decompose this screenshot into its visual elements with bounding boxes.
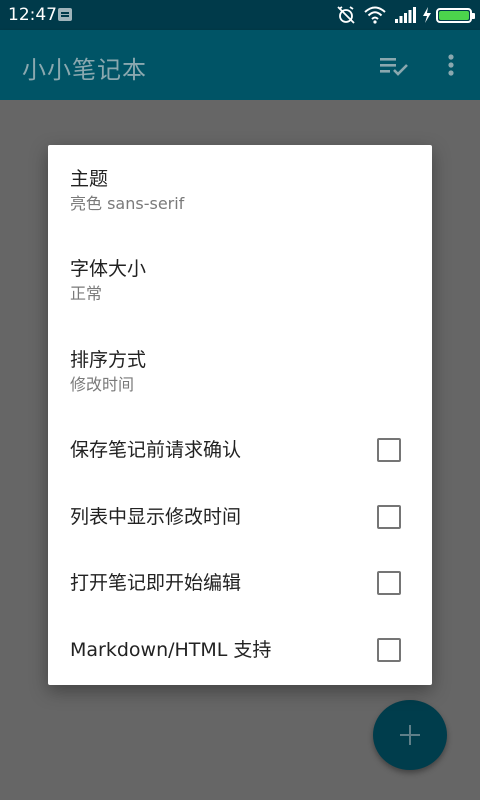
app-bar: 小小笔记本 bbox=[0, 30, 480, 100]
add-note-button[interactable] bbox=[373, 700, 447, 770]
theme-setting-summary: 亮色 sans-serif bbox=[70, 194, 185, 213]
edit-on-open-label: 打开笔记即开始编辑 bbox=[70, 572, 242, 594]
markdown-html-setting[interactable]: Markdown/HTML 支持 bbox=[48, 617, 432, 683]
app-title: 小小笔记本 bbox=[22, 56, 147, 84]
markdown-html-label: Markdown/HTML 支持 bbox=[70, 639, 272, 661]
status-bar: 12:47 bbox=[0, 0, 480, 30]
charging-icon bbox=[423, 7, 431, 23]
theme-setting-title: 主题 bbox=[70, 168, 109, 190]
edit-on-open-setting[interactable]: 打开笔记即开始编辑 bbox=[48, 550, 432, 616]
theme-setting[interactable]: 主题 亮色 sans-serif bbox=[48, 167, 432, 215]
font-size-setting-title: 字体大小 bbox=[70, 258, 147, 280]
sort-order-setting-title: 排序方式 bbox=[70, 349, 147, 371]
status-time: 12:47 bbox=[8, 5, 57, 25]
battery-icon bbox=[436, 8, 475, 23]
confirm-before-save-label: 保存笔记前请求确认 bbox=[70, 439, 242, 461]
add-icon bbox=[400, 725, 420, 745]
sort-order-setting[interactable]: 排序方式 修改时间 bbox=[48, 348, 432, 396]
font-size-setting-summary: 正常 bbox=[70, 284, 103, 303]
checklist-icon[interactable] bbox=[376, 50, 412, 82]
show-modified-time-checkbox[interactable] bbox=[377, 505, 401, 529]
confirm-before-save-checkbox[interactable] bbox=[377, 438, 401, 462]
markdown-html-checkbox[interactable] bbox=[377, 638, 401, 662]
more-vert-icon[interactable] bbox=[440, 50, 462, 82]
sort-order-setting-summary: 修改时间 bbox=[70, 375, 135, 394]
alarm-off-icon bbox=[337, 6, 355, 24]
edit-on-open-checkbox[interactable] bbox=[377, 571, 401, 595]
font-size-setting[interactable]: 字体大小 正常 bbox=[48, 257, 432, 305]
confirm-before-save-setting[interactable]: 保存笔记前请求确认 bbox=[48, 417, 432, 483]
show-modified-time-setting[interactable]: 列表中显示修改时间 bbox=[48, 484, 432, 550]
signal-icon bbox=[395, 7, 416, 23]
message-icon bbox=[58, 8, 72, 21]
show-modified-time-label: 列表中显示修改时间 bbox=[70, 506, 242, 528]
wifi-icon bbox=[364, 6, 386, 24]
settings-dialog: 主题 亮色 sans-serif 字体大小 正常 排序方式 修改时间 保存笔记前… bbox=[48, 145, 432, 685]
